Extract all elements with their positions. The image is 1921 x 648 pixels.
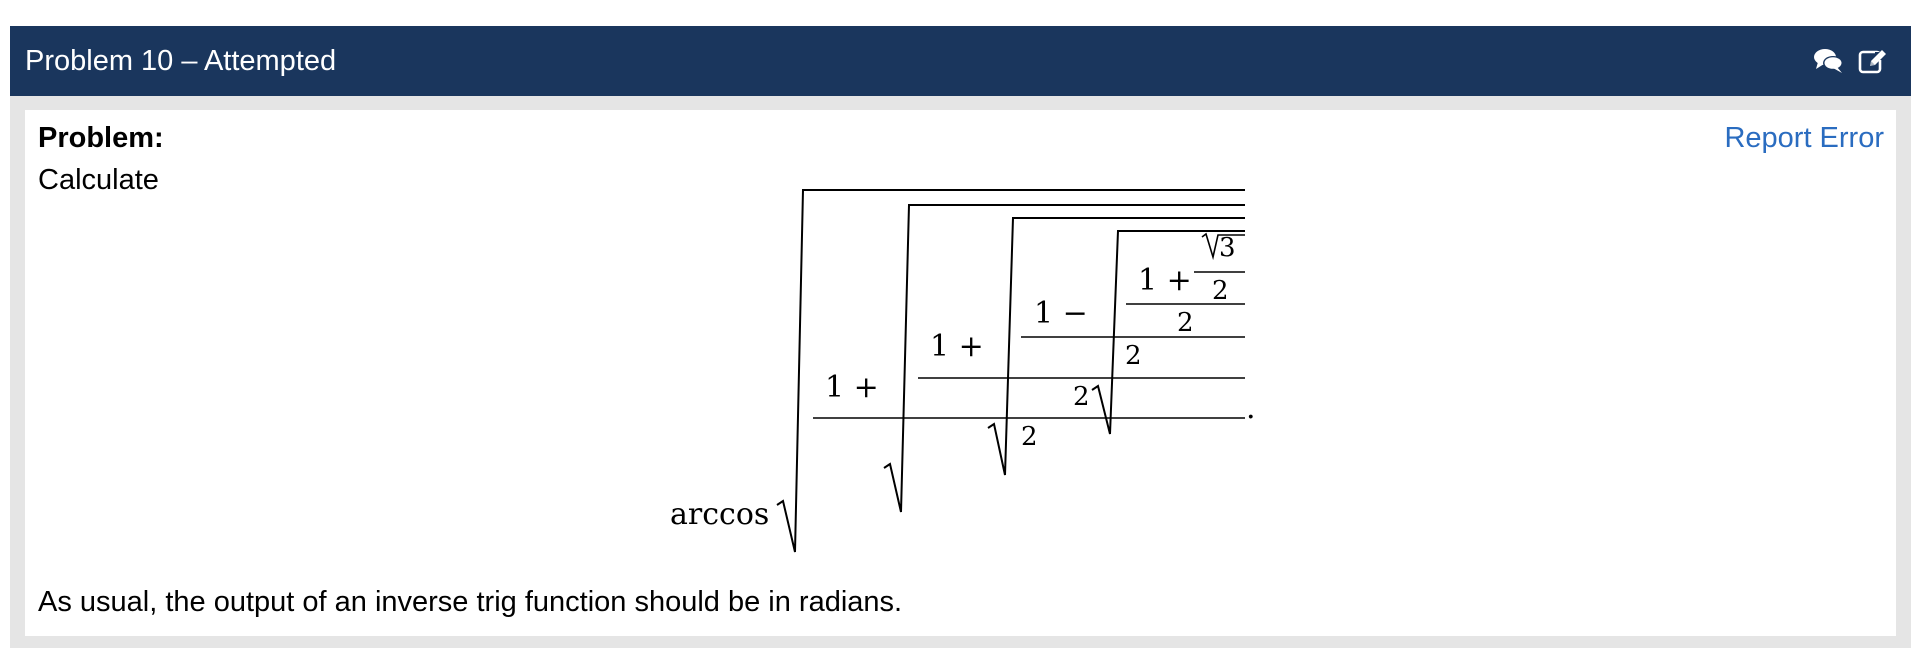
problem-header: Problem 10 – Attempted: [10, 26, 1911, 96]
formula-denominator-1: 2: [1212, 276, 1229, 306]
problem-outro-text: As usual, the output of an inverse trig …: [38, 586, 903, 618]
formula-term-3: 1 −: [1034, 296, 1088, 331]
formula-period: .: [1246, 391, 1256, 426]
comments-icon[interactable]: [1813, 46, 1845, 76]
formula-term-2: 1 +: [930, 329, 984, 364]
formula-denominator-2: 2: [1177, 308, 1194, 338]
formula-denominator-5: 2: [1021, 422, 1038, 452]
edit-icon[interactable]: [1857, 46, 1889, 76]
problem-body: Problem: Report Error Calculate arccos 1…: [25, 110, 1896, 636]
formula-denominator-4: 2: [1073, 382, 1090, 412]
problem-formula: arccos 1 + 1 + 1 − 1 + 3 2 2 2 2 2 .: [670, 189, 1256, 553]
arccos-function: arccos: [670, 497, 769, 532]
formula-term-4: 1 +: [1138, 263, 1192, 298]
formula-root3: 3: [1219, 233, 1236, 263]
formula-denominator-3: 2: [1125, 341, 1142, 371]
problem-title: Problem 10 – Attempted: [25, 45, 337, 77]
header-icon-group: [1813, 46, 1889, 76]
formula-term-1: 1 +: [825, 370, 879, 405]
